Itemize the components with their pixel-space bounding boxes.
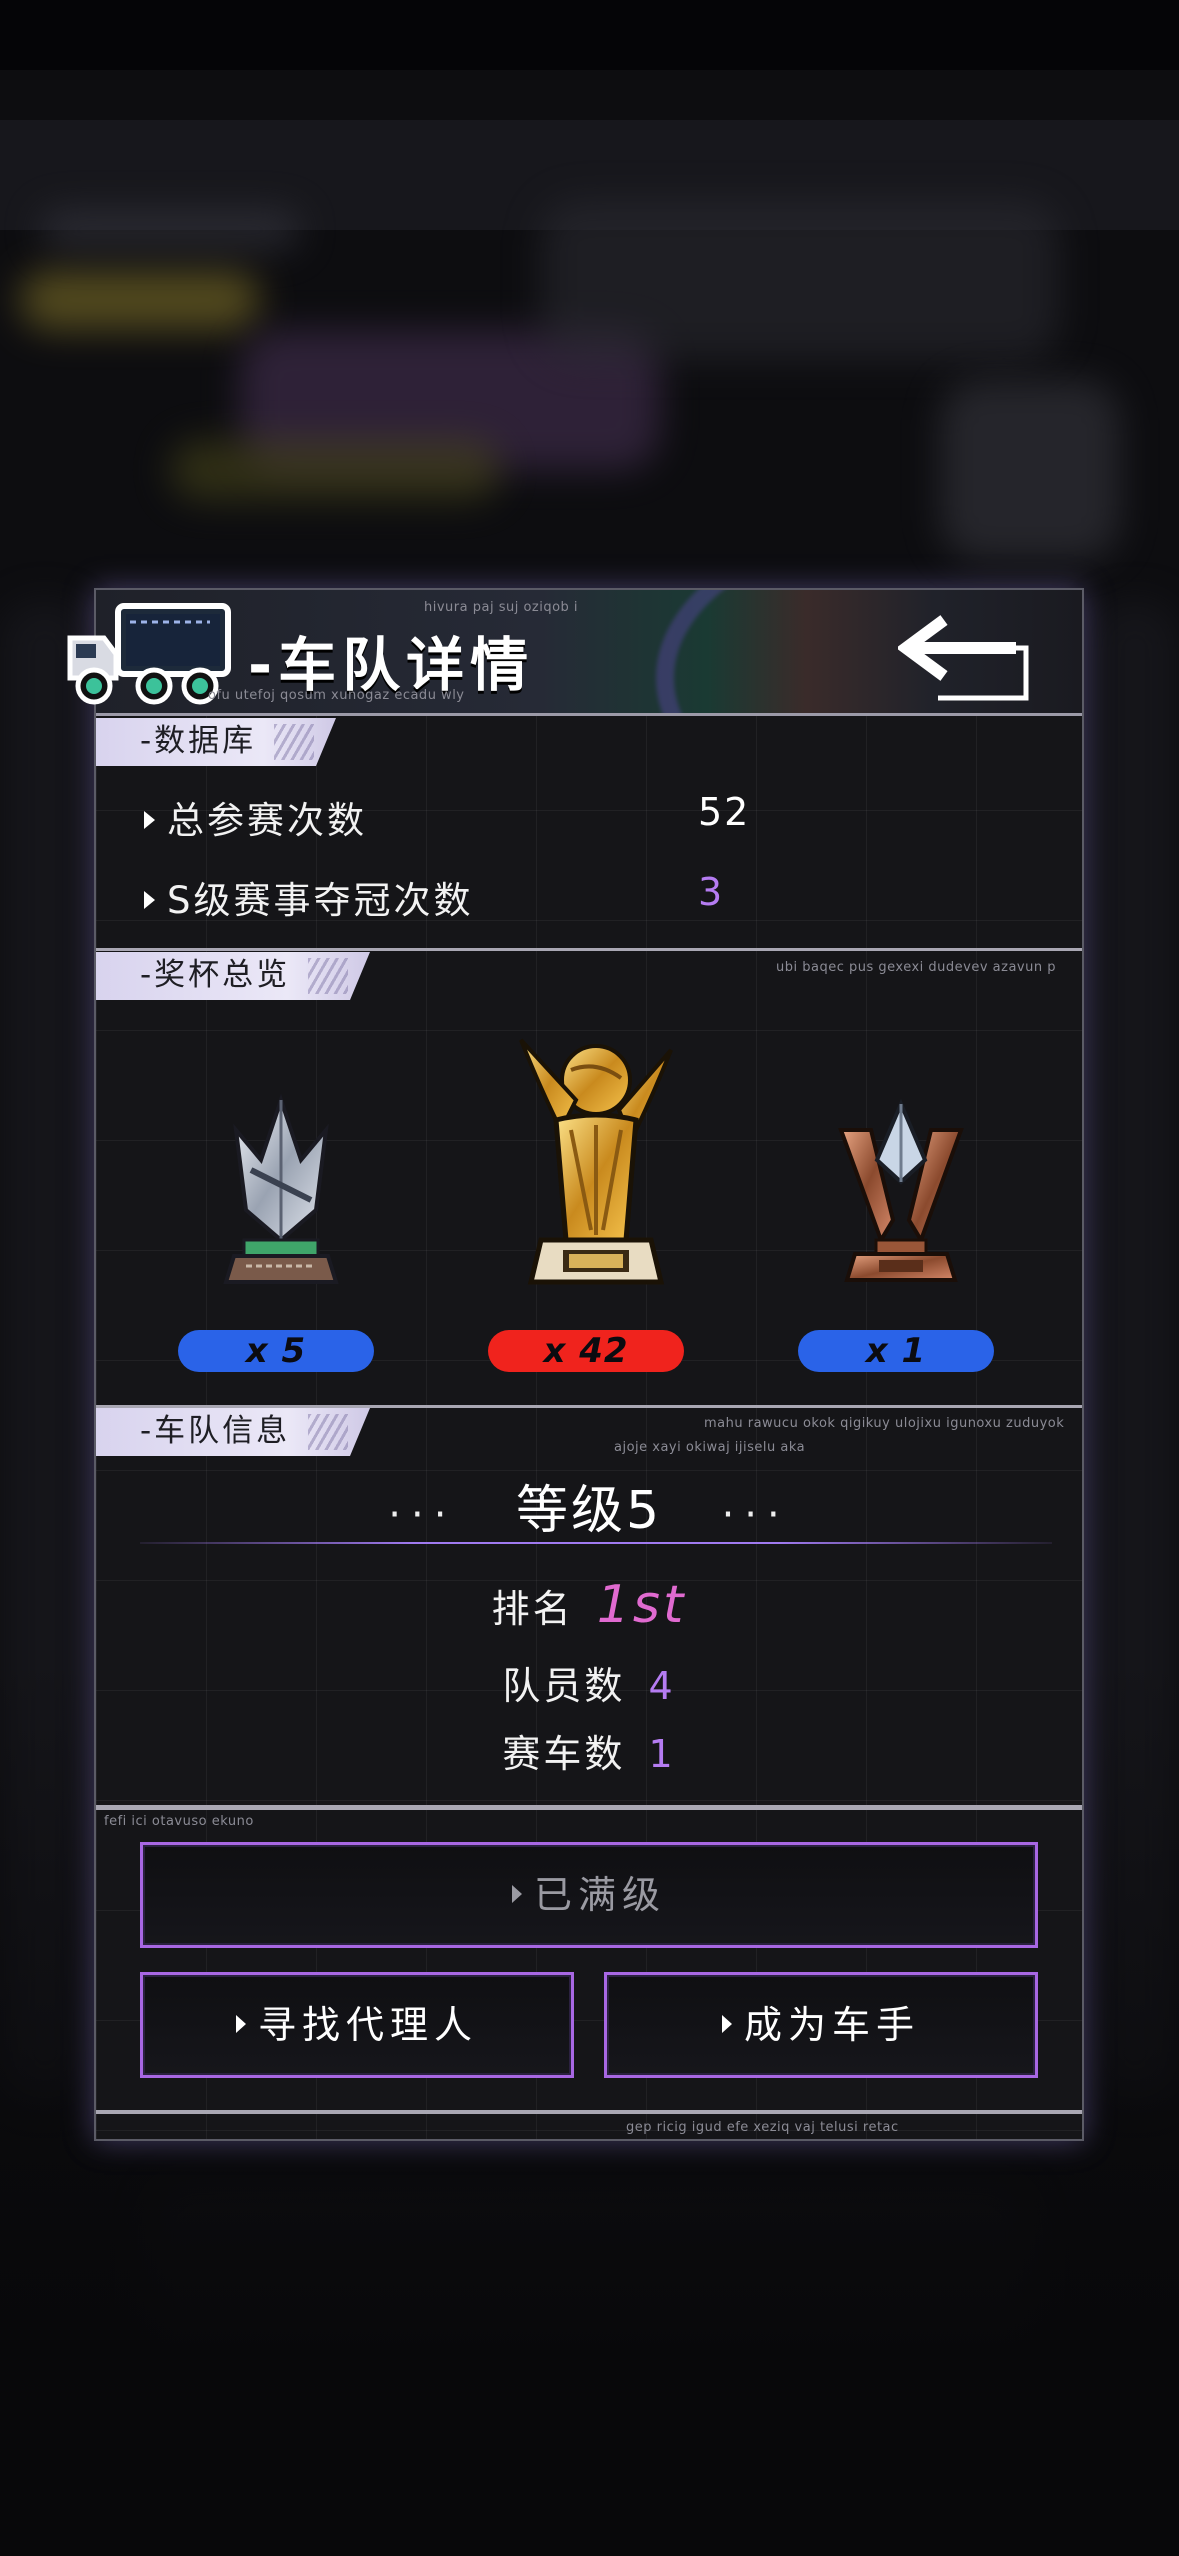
stat-row-total-races: 总参赛次数 — [144, 790, 367, 844]
team-info-section-tag: -车队信息 — [96, 1408, 370, 1456]
team-level: ··· 等级5 ··· — [388, 1481, 790, 1541]
rank-label: 排名 — [491, 1587, 574, 1631]
back-button[interactable] — [898, 602, 1038, 702]
triangle-bullet-icon — [235, 2014, 246, 2033]
stat-row-s-class-wins: S级赛事夺冠次数 — [144, 870, 474, 924]
cars-value: 1 — [648, 1732, 676, 1776]
bronze-trophy-icon — [838, 1098, 964, 1282]
actions-small-text: fefi ici otavuso ekuno — [104, 1814, 254, 1829]
level-text: 等级5 — [515, 1481, 663, 1541]
stat-value-total-races: 52 — [698, 790, 751, 834]
silver-trophy-icon — [223, 1093, 339, 1284]
team-info-small-text: ajoje xayi okiwaj ijiselu aka — [614, 1440, 806, 1455]
find-agent-label: 寻找代理人 — [257, 2003, 478, 2047]
stat-label: 总参赛次数 — [167, 799, 367, 842]
cars-label: 赛车数 — [502, 1732, 626, 1776]
rank-row: 排名 1st — [96, 1575, 1082, 1635]
triangle-bullet-icon — [144, 810, 155, 829]
cars-row: 赛车数 1 — [96, 1723, 1082, 1778]
find-agent-button[interactable]: 寻找代理人 — [140, 1972, 574, 2078]
members-label: 队员数 — [502, 1664, 626, 1708]
triangle-bullet-icon — [144, 890, 155, 909]
trophy-small-text: ubi baqec pus gexexi dudevev azavun p — [776, 960, 1056, 975]
max-level-button[interactable]: 已满级 — [140, 1842, 1038, 1948]
members-row: 队员数 4 — [96, 1655, 1082, 1710]
trophy-count-badge: x 42 — [488, 1330, 684, 1372]
gold-trophy-icon — [519, 1038, 673, 1285]
footer-small-text: gep ricig igud efe xeziq vaj telusi reta… — [626, 2120, 899, 2135]
members-value: 4 — [648, 1664, 676, 1708]
header-small-text: hivura paj suj oziqob i — [424, 600, 579, 615]
stat-value-s-class-wins: 3 — [698, 870, 725, 914]
become-driver-button[interactable]: 成为车手 — [604, 1972, 1038, 2078]
triangle-bullet-icon — [511, 1884, 522, 1903]
team-info-small-text: mahu rawucu okok qigikuy ulojixu igunoxu… — [704, 1416, 1065, 1431]
stat-label: S级赛事夺冠次数 — [167, 879, 474, 922]
team-details-panel: -车队详情 hivura paj suj oziqob i ofu utefoj… — [67, 588, 1084, 2141]
database-section-tag: -数据库 — [96, 718, 336, 766]
become-driver-label: 成为车手 — [743, 2003, 920, 2047]
trophy-count-badge: x 1 — [798, 1330, 994, 1372]
header-small-text: ofu utefoj qosum xunogaz ecadu wly — [208, 688, 465, 703]
trophy-section-tag: -奖杯总览 — [96, 952, 370, 1000]
trophy-count-badge: x 5 — [178, 1330, 374, 1372]
max-level-label: 已满级 — [533, 1873, 666, 1917]
triangle-bullet-icon — [721, 2014, 732, 2033]
rank-value: 1st — [596, 1575, 687, 1635]
